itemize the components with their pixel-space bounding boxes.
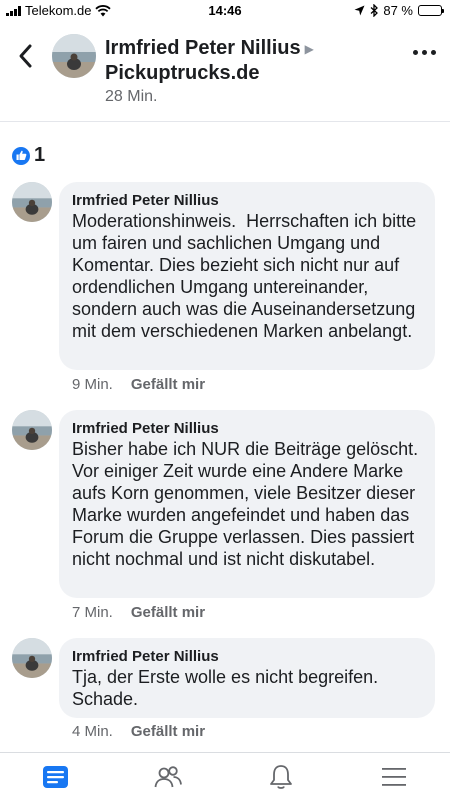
group-name[interactable]: Pickuptrucks.de <box>105 61 314 85</box>
like-count: 1 <box>34 144 46 166</box>
comment-bubble[interactable]: Irmfried Peter Nillius Moderationshinwei… <box>59 182 435 370</box>
post-header: Irmfried Peter Nillius ▶ Pickuptrucks.de … <box>0 22 450 122</box>
status-bar: Telekom.de 14:46 87 % <box>0 0 450 22</box>
comment-bubble[interactable]: Irmfried Peter Nillius Tja, der Erste wo… <box>59 638 435 718</box>
comment-bubble[interactable]: Irmfried Peter Nillius Bisher habe ich N… <box>59 410 435 598</box>
post-title: Irmfried Peter Nillius ▶ Pickuptrucks.de <box>105 36 314 85</box>
notifications-icon[interactable] <box>266 763 296 791</box>
commenter-avatar[interactable] <box>12 410 52 450</box>
comment-text: Bisher habe ich NUR die Beiträge gelösch… <box>72 439 434 569</box>
news-feed-icon[interactable] <box>41 763 71 791</box>
comment-time: 4 Min. <box>72 723 113 740</box>
bottom-tab-bar <box>0 752 450 800</box>
comment-like-button[interactable]: Gefällt mir <box>131 376 205 393</box>
comment-text: Moderationshinweis. Herrschaften ich bit… <box>72 211 422 341</box>
author-avatar[interactable] <box>52 34 96 78</box>
comment-time: 9 Min. <box>72 376 113 393</box>
comment-text: Tja, der Erste wolle es nicht begreifen.… <box>72 667 384 709</box>
comment-time: 7 Min. <box>72 604 113 621</box>
status-bar-right: 87 % <box>354 3 444 18</box>
reaction-summary[interactable]: 1 <box>12 144 45 167</box>
comment-meta: 7 Min. Gefällt mir <box>72 604 205 621</box>
battery-percent: 87 % <box>383 3 413 18</box>
comment-meta: 9 Min. Gefällt mir <box>72 376 205 393</box>
commenter-avatar[interactable] <box>12 182 52 222</box>
more-options-icon[interactable] <box>413 50 436 55</box>
comment-author[interactable]: Irmfried Peter Nillius <box>72 648 422 666</box>
commenter-avatar[interactable] <box>12 638 52 678</box>
comment-meta: 4 Min. Gefällt mir <box>72 723 205 740</box>
menu-icon[interactable] <box>379 763 409 791</box>
bluetooth-icon <box>370 4 379 17</box>
thumbs-up-icon <box>12 146 30 165</box>
comment-like-button[interactable]: Gefällt mir <box>131 723 205 740</box>
comment-like-button[interactable]: Gefällt mir <box>131 604 205 621</box>
location-icon <box>354 5 365 16</box>
comment-author[interactable]: Irmfried Peter Nillius <box>72 192 422 210</box>
triangle-right-icon: ▶ <box>304 41 314 56</box>
battery-icon <box>418 5 444 16</box>
groups-icon[interactable] <box>153 763 183 791</box>
post-timestamp: 28 Min. <box>105 88 158 105</box>
back-arrow-icon[interactable] <box>14 42 38 70</box>
comment-author[interactable]: Irmfried Peter Nillius <box>72 420 422 438</box>
post-author-name[interactable]: Irmfried Peter Nillius <box>105 37 301 59</box>
